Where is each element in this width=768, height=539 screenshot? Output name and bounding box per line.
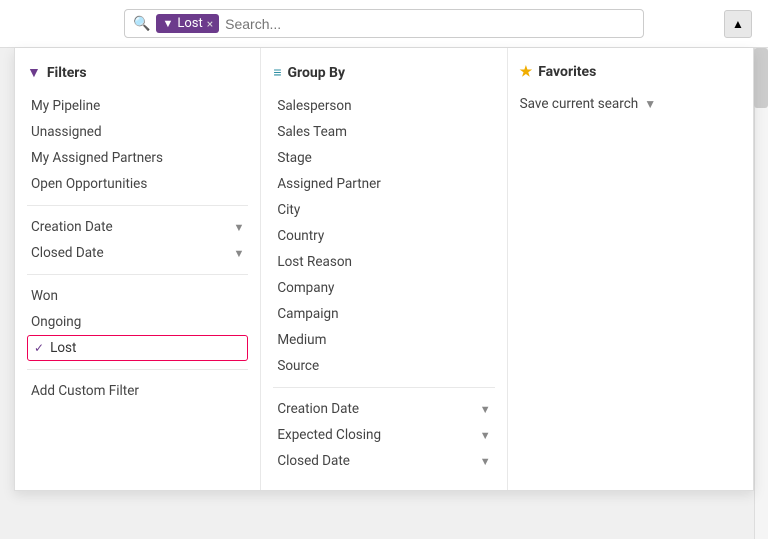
filter-lost[interactable]: ✓ Lost: [27, 335, 248, 361]
filter-unassigned[interactable]: Unassigned: [27, 119, 248, 145]
filter-tag[interactable]: ▼ Lost ×: [156, 14, 219, 33]
filter-won[interactable]: Won: [27, 283, 248, 309]
group-creation-date[interactable]: Creation Date ▼: [273, 396, 494, 422]
add-custom-filter[interactable]: Add Custom Filter: [27, 378, 248, 404]
filter-open-opportunities[interactable]: Open Opportunities: [27, 171, 248, 197]
chevron-up-icon: ▲: [732, 17, 744, 31]
group-lost-reason[interactable]: Lost Reason: [273, 249, 494, 275]
search-toggle-button[interactable]: ▲: [724, 10, 752, 38]
filter-closed-date[interactable]: Closed Date ▼: [27, 240, 248, 266]
favorites-section: ★ Favorites Save current search ▼: [508, 48, 753, 490]
group-closed-date-arrow-icon: ▼: [480, 455, 491, 468]
star-icon: ★: [520, 64, 533, 80]
divider-2: [27, 274, 248, 275]
closed-date-arrow-icon: ▼: [233, 247, 244, 260]
scrollbar-thumb[interactable]: [754, 48, 768, 108]
group-by-icon: ≡: [273, 64, 281, 81]
filters-title-label: Filters: [47, 65, 87, 81]
filters-static-list: My Pipeline Unassigned My Assigned Partn…: [27, 93, 248, 197]
group-stage[interactable]: Stage: [273, 145, 494, 171]
group-expected-closing-arrow-icon: ▼: [480, 429, 491, 442]
save-current-search[interactable]: Save current search ▼: [520, 92, 741, 116]
group-medium[interactable]: Medium: [273, 327, 494, 353]
check-icon: ✓: [34, 341, 44, 355]
group-company[interactable]: Company: [273, 275, 494, 301]
group-city[interactable]: City: [273, 197, 494, 223]
filter-tag-label: Lost: [177, 16, 202, 31]
divider-3: [27, 369, 248, 370]
filter-tag-icon: ▼: [162, 17, 173, 30]
filter-creation-date[interactable]: Creation Date ▼: [27, 214, 248, 240]
favorites-title: ★ Favorites: [520, 64, 741, 80]
creation-date-arrow-icon: ▼: [233, 221, 244, 234]
group-by-section: ≡ Group By Salesperson Sales Team Stage …: [261, 48, 507, 490]
group-country[interactable]: Country: [273, 223, 494, 249]
filter-tag-close-icon[interactable]: ×: [207, 17, 213, 31]
save-current-search-arrow-icon: ▼: [644, 97, 656, 111]
search-icon: 🔍: [133, 16, 150, 32]
search-bar-container: 🔍 ▼ Lost × ▲: [0, 0, 768, 48]
group-by-title: ≡ Group By: [273, 64, 494, 81]
filter-ongoing[interactable]: Ongoing: [27, 309, 248, 335]
group-by-title-label: Group By: [288, 65, 346, 81]
group-expected-closing[interactable]: Expected Closing ▼: [273, 422, 494, 448]
group-sales-team[interactable]: Sales Team: [273, 119, 494, 145]
search-input[interactable]: [225, 16, 635, 32]
group-assigned-partner[interactable]: Assigned Partner: [273, 171, 494, 197]
group-divider: [273, 387, 494, 388]
filters-title: ▼ Filters: [27, 64, 248, 81]
group-campaign[interactable]: Campaign: [273, 301, 494, 327]
group-creation-date-arrow-icon: ▼: [480, 403, 491, 416]
dropdown-panel: ▼ Filters My Pipeline Unassigned My Assi…: [14, 48, 754, 491]
scrollbar-track[interactable]: [754, 48, 768, 539]
search-bar: 🔍 ▼ Lost ×: [124, 9, 644, 38]
save-current-search-label: Save current search: [520, 96, 639, 112]
group-closed-date[interactable]: Closed Date ▼: [273, 448, 494, 474]
filter-my-pipeline[interactable]: My Pipeline: [27, 93, 248, 119]
filter-my-assigned-partners[interactable]: My Assigned Partners: [27, 145, 248, 171]
favorites-title-label: Favorites: [538, 64, 596, 80]
filters-section: ▼ Filters My Pipeline Unassigned My Assi…: [15, 48, 261, 490]
group-source[interactable]: Source: [273, 353, 494, 379]
group-salesperson[interactable]: Salesperson: [273, 93, 494, 119]
divider-1: [27, 205, 248, 206]
filter-icon: ▼: [27, 64, 41, 81]
